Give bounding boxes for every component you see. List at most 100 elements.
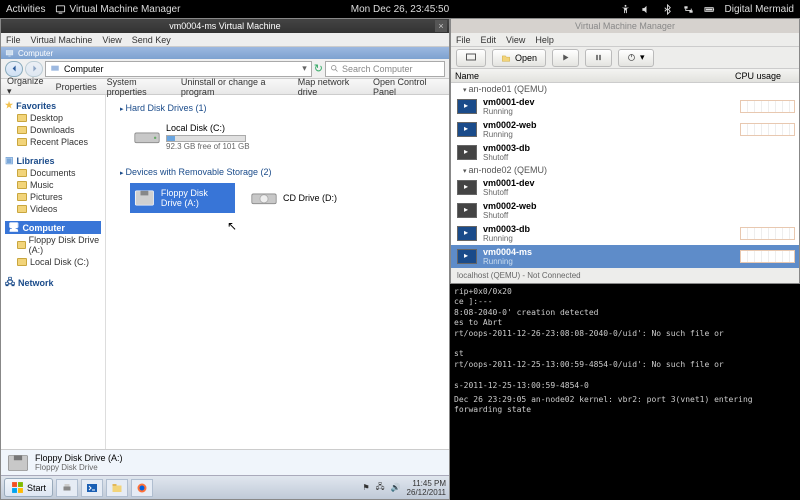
section-hdd[interactable]: Hard Disk Drives (1) [112,101,443,115]
chevron-down-icon[interactable]: ▾ [302,63,307,74]
vmm-toolbar: Open ▾ [451,47,799,69]
close-icon[interactable]: × [435,20,447,32]
vmm-host[interactable]: an-node02 (QEMU) [451,164,799,176]
play-icon [561,53,570,62]
folder-icon [17,205,27,213]
vmm-vm-row[interactable]: vm0001-devRunning [451,95,799,118]
nav-libraries[interactable]: ▣Libraries [5,154,101,167]
tool-organize[interactable]: Organize ▾ [7,76,46,97]
nav-music[interactable]: Music [5,179,101,191]
monitor-icon [465,52,477,64]
nav-computer[interactable]: 🖥Computer [5,221,101,234]
taskbar-explorer[interactable] [106,479,128,497]
vmm-vm-row[interactable]: vm0002-webShutoff [451,199,799,222]
menu-vm[interactable]: Virtual Machine [31,35,93,45]
user-menu[interactable]: Digital Mermaid [725,4,794,15]
bluetooth-icon[interactable] [662,4,673,15]
vmm-vm-row[interactable]: vm0002-webRunning [451,118,799,141]
vmm-vm-list: an-node01 (QEMU)vm0001-devRunningvm0002-… [451,83,799,268]
back-button[interactable] [5,61,23,77]
vmm-vm-row[interactable]: vm0003-dbRunning [451,222,799,245]
windows-taskbar: Start ⚑ 🖧 🔊 11:45 PM 26/12/2011 [1,475,449,499]
menu-file[interactable]: File [6,35,21,45]
taskbar-firefox[interactable] [131,479,153,497]
tool-mapdrive[interactable]: Map network drive [298,77,363,97]
drive-local-c[interactable]: Local Disk (C:) 92.3 GB free of 101 GB [130,119,290,155]
vm-state: Shutoff [483,211,537,220]
current-app[interactable]: Virtual Machine Manager [55,4,180,15]
vm-window-titlebar[interactable]: vm0004-ms Virtual Machine × [1,19,449,33]
tool-ctrlpanel[interactable]: Open Control Panel [373,77,443,97]
menu-sendkey[interactable]: Send Key [132,35,171,45]
vm-window-menubar: File Virtual Machine View Send Key [1,33,449,47]
windows-explorer: Computer Computer ▾ ↻ Search Computer Or… [1,47,449,499]
nav-pane: ★Favorites Desktop Downloads Recent Plac… [1,95,106,449]
nav-network[interactable]: 🖧Network [5,274,101,292]
vm-state: Running [483,107,535,116]
terminal-output-1[interactable]: rip+0x0/0x20 ce ]:--- 8:08-2040-0' creat… [450,284,800,392]
drive-floppy-a[interactable]: Floppy Disk Drive (A:) [130,183,235,213]
vm-thumbnail-icon [457,249,477,264]
vmm-menu-help[interactable]: Help [535,35,554,45]
explorer-titlebar[interactable]: Computer [1,47,449,59]
tray-volume-icon[interactable]: 🔊 [391,483,401,492]
details-pane: Floppy Disk Drive (A:) Floppy Disk Drive [1,449,449,475]
vmm-host[interactable]: an-node01 (QEMU) [451,83,799,95]
nav-recent[interactable]: Recent Places [5,136,101,148]
clock[interactable]: Mon Dec 26, 23:45:50 [351,4,449,15]
tool-uninstall[interactable]: Uninstall or change a program [181,77,288,97]
vmm-vm-row[interactable]: vm0001-devShutoff [451,176,799,199]
cd-icon [251,187,277,209]
vmm-menubar: File Edit View Help [451,33,799,47]
nav-videos[interactable]: Videos [5,203,101,215]
vm-state: Running [483,257,532,266]
open-button[interactable]: Open [492,49,546,67]
vmm-vm-row[interactable]: vm0003-dbShutoff [451,141,799,164]
start-button[interactable]: Start [4,478,53,497]
taskbar-printer[interactable] [56,479,78,497]
nav-pictures[interactable]: Pictures [5,191,101,203]
vmm-titlebar[interactable]: Virtual Machine Manager [451,19,799,33]
tool-sysprops[interactable]: System properties [107,77,171,97]
activities-button[interactable]: Activities [6,4,45,15]
address-bar[interactable]: Computer ▾ [45,61,312,77]
drive-cd-d[interactable]: CD Drive (D:) [247,183,352,213]
tool-properties[interactable]: Properties [56,82,97,92]
forward-button[interactable] [25,61,43,77]
hdd-icon [134,126,160,148]
volume-icon[interactable] [641,4,652,15]
refresh-icon[interactable]: ↻ [314,62,323,75]
nav-favorites[interactable]: ★Favorites [5,99,101,112]
system-tray[interactable]: ⚑ 🖧 🔊 11:45 PM 26/12/2011 [362,479,446,497]
nav-desktop[interactable]: Desktop [5,112,101,124]
shutdown-button[interactable]: ▾ [618,49,654,67]
vmm-vm-row[interactable]: vm0004-msRunning [451,245,799,268]
new-vm-button[interactable] [456,49,486,67]
computer-icon: 🖥 [8,222,19,233]
vmm-menu-view[interactable]: View [506,35,525,45]
battery-icon[interactable] [704,4,715,15]
host-not-connected[interactable]: localhost (QEMU) - Not Connected [451,268,799,283]
terminal-output-2[interactable]: Dec 26 23:29:05 an-node02 kernel: vbr2: … [450,392,800,500]
nav-documents[interactable]: Documents [5,167,101,179]
floppy-icon [134,187,155,209]
vm-state: Shutoff [483,188,535,197]
run-button[interactable] [552,49,579,67]
tray-flag-icon[interactable]: ⚑ [362,483,369,492]
taskbar-powershell[interactable] [81,479,103,497]
section-removable[interactable]: Devices with Removable Storage (2) [112,165,443,179]
vmm-menu-edit[interactable]: Edit [481,35,497,45]
menu-view[interactable]: View [102,35,121,45]
nav-floppy[interactable]: Floppy Disk Drive (A:) [5,234,101,256]
vmm-column-headers[interactable]: Name CPU usage [451,69,799,83]
pause-button[interactable] [585,49,612,67]
search-input[interactable]: Search Computer [325,61,445,77]
network-icon[interactable] [683,4,694,15]
vmm-menu-file[interactable]: File [456,35,471,45]
nav-localdisk[interactable]: Local Disk (C:) [5,256,101,268]
tray-network-icon[interactable]: 🖧 [376,481,385,495]
accessibility-icon[interactable] [620,4,631,15]
open-icon [501,53,511,63]
nav-downloads[interactable]: Downloads [5,124,101,136]
vm-thumbnail-icon [457,122,477,137]
